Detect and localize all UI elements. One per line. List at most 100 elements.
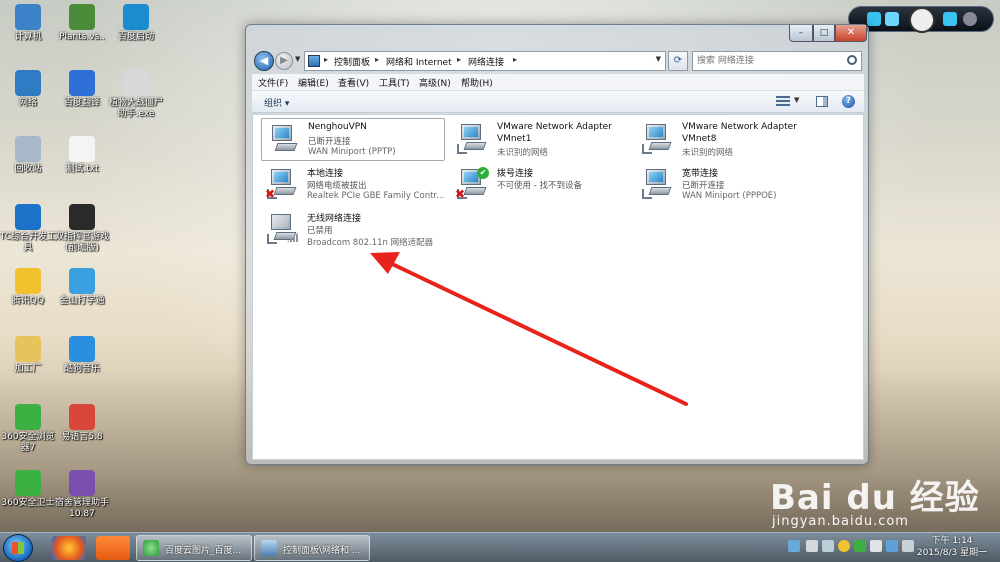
error-x-icon: ✖ — [265, 187, 276, 201]
desktop-app-icon — [123, 4, 149, 30]
breadcrumb-control-panel[interactable]: 控制面板 — [334, 55, 370, 68]
desktop-icon-label: 双指挥官游戏(前瞻版) — [54, 232, 109, 253]
desktop-icon[interactable]: Plants.vs.. — [51, 4, 113, 43]
widget-moon-icon[interactable] — [885, 12, 899, 26]
forward-arrow-icon: ▶ — [280, 55, 288, 66]
tray-360-icon[interactable] — [854, 540, 866, 552]
desktop-app-icon — [123, 70, 149, 96]
connection-name: 拨号连接 — [497, 169, 534, 179]
network-adapter-icon — [266, 123, 300, 155]
network-connection-item[interactable]: 宽带连接 已断开连接 WAN Miniport (PPPOE) — [636, 163, 820, 206]
tray-network-icon[interactable] — [788, 540, 800, 552]
desktop-icon[interactable]: 百度启动 — [105, 4, 167, 43]
menu-help[interactable]: 帮助(H) — [461, 76, 493, 89]
connection-device: Realtek PCIe GBE Family Contr... — [307, 191, 445, 201]
clock-time: 下午 1:14 — [931, 536, 973, 546]
desktop-icon[interactable]: 双指挥官游戏(前瞻版) — [51, 204, 113, 254]
browser-360-icon — [143, 540, 159, 556]
desktop-app-icon — [15, 404, 41, 430]
desktop-app-icon — [69, 404, 95, 430]
desktop-icon[interactable]: 百度翻译 — [51, 70, 113, 109]
connection-name: VMware Network Adapter VMnet8 — [682, 122, 797, 144]
widget-panda-icon[interactable] — [909, 7, 935, 33]
desktop-icon-label: 金山打字通 — [59, 296, 105, 306]
connection-status: 已断开连接 — [682, 181, 725, 191]
address-bar[interactable]: ▸ 控制面板 ▸ 网络和 Internet ▸ 网络连接 ▸ ▼ — [304, 51, 666, 71]
minimize-button[interactable]: – — [789, 25, 813, 42]
menu-edit[interactable]: 编辑(E) — [298, 76, 329, 89]
refresh-button[interactable]: ⟳ — [668, 51, 688, 71]
connection-status: 不可使用 - 找不到设备 — [497, 181, 582, 191]
menu-advanced[interactable]: 高级(N) — [419, 76, 451, 89]
desktop-icon[interactable]: 易语言5.8 — [51, 404, 113, 443]
breadcrumb-separator-icon[interactable]: ▸ — [375, 55, 379, 64]
tray-flag-icon[interactable] — [870, 540, 882, 552]
menu-file[interactable]: 文件(F) — [258, 76, 288, 89]
taskbar-clock[interactable]: 下午 1:14 2015/8/3 星期一 — [912, 535, 992, 559]
recent-pages-dropdown[interactable]: ▼ — [295, 55, 300, 63]
tray-monitor-icon[interactable] — [886, 540, 898, 552]
tray-qq-icon[interactable] — [838, 540, 850, 552]
organize-button[interactable]: 组织 ▾ — [264, 96, 289, 109]
desktop-icon[interactable]: 酷狗音乐 — [51, 336, 113, 375]
connection-device: WAN Miniport (PPPOE) — [682, 191, 777, 201]
breadcrumb-separator-icon[interactable]: ▸ — [324, 55, 328, 64]
connection-device: WAN Miniport (PPTP) — [308, 147, 396, 157]
system-widget[interactable] — [848, 6, 994, 33]
network-connection-item[interactable]: NenghouVPN 已断开连接 WAN Miniport (PPTP) — [261, 118, 445, 161]
desktop-icon-label: 宿舍管理助手10.87 — [54, 498, 109, 519]
task-baidu-yun[interactable]: 百度云图片_百度... — [136, 535, 252, 561]
sublime-pin-icon[interactable] — [96, 536, 130, 560]
firefox-pin-icon[interactable] — [52, 536, 86, 560]
network-connection-item[interactable]: 无线网络连接 已禁用 Broadcom 802.11n 网络适配器 — [261, 208, 445, 251]
network-adapter-icon: ✖ ✔ — [455, 167, 489, 201]
network-adapter-icon — [640, 167, 674, 199]
menu-view[interactable]: 查看(V) — [338, 76, 369, 89]
widget-mode-icon[interactable] — [867, 12, 881, 26]
maximize-button[interactable]: □ — [813, 25, 835, 42]
connection-name: NenghouVPN — [308, 122, 367, 132]
preview-pane-icon[interactable] — [816, 96, 828, 107]
widget-gear-icon[interactable] — [963, 12, 977, 26]
search-icon[interactable] — [847, 55, 857, 65]
change-view-icon[interactable] — [776, 96, 790, 107]
breadcrumb-network-connections[interactable]: 网络连接 — [468, 55, 504, 68]
network-connection-item[interactable]: VMware Network Adapter VMnet8 未识别的网络 — [636, 118, 820, 161]
menu-tools[interactable]: 工具(T) — [379, 76, 410, 89]
desktop-icon[interactable]: 植物大战僵尸助手.exe — [105, 70, 167, 120]
desktop-app-icon — [15, 336, 41, 362]
back-button[interactable]: ◀ — [254, 51, 274, 71]
tray-keyboard-icon[interactable] — [822, 540, 834, 552]
breadcrumb-network-internet[interactable]: 网络和 Internet — [386, 55, 452, 68]
desktop-icon[interactable]: 宿舍管理助手10.87 — [51, 470, 113, 520]
breadcrumb-separator-icon[interactable]: ▸ — [457, 55, 461, 64]
tray-expand-icon[interactable] — [806, 540, 818, 552]
network-connections-window: – □ ✕ ◀ ▶ ▼ ▸ 控制面板 ▸ 网络和 Internet ▸ 网络连接… — [245, 24, 869, 465]
desktop-icon[interactable]: 测试.txt — [51, 136, 113, 175]
network-connection-item[interactable]: VMware Network Adapter VMnet1 未识别的网络 — [451, 118, 635, 161]
address-dropdown-icon[interactable]: ▼ — [656, 55, 661, 63]
close-button[interactable]: ✕ — [835, 25, 867, 42]
view-dropdown-icon[interactable]: ▼ — [794, 96, 799, 104]
desktop-app-icon — [15, 70, 41, 96]
network-connection-item[interactable]: ✖ 本地连接 网络电缆被拔出 Realtek PCIe GBE Family Cont… — [261, 163, 445, 206]
task-label: 控制面板\网络和 ... — [283, 546, 361, 556]
default-check-icon: ✔ — [477, 167, 489, 179]
task-control-panel[interactable]: 控制面板\网络和 ... — [254, 535, 370, 561]
connections-list: NenghouVPN 已断开连接 WAN Miniport (PPTP) VMware… — [252, 114, 864, 460]
widget-keyboard-icon[interactable] — [943, 12, 957, 26]
taskbar: 百度云图片_百度... 控制面板\网络和 ... 下午 1:14 2015/8/… — [0, 532, 1000, 562]
desktop-app-icon — [69, 336, 95, 362]
search-input[interactable] — [693, 52, 843, 70]
desktop-icon-label: 百度启动 — [117, 32, 154, 42]
network-connection-item[interactable]: ✖ ✔ 拨号连接不可使用 - 找不到设备 — [451, 163, 635, 206]
maximize-icon: □ — [819, 28, 829, 38]
desktop-icon-label: 测试.txt — [65, 164, 99, 174]
connection-device: Broadcom 802.11n 网络适配器 — [307, 238, 434, 248]
breadcrumb-separator-icon[interactable]: ▸ — [513, 55, 517, 64]
desktop-icon[interactable]: 金山打字通 — [51, 268, 113, 307]
help-icon[interactable]: ? — [842, 95, 855, 108]
forward-button[interactable]: ▶ — [275, 52, 293, 70]
desktop-app-icon — [15, 268, 41, 294]
start-button[interactable] — [3, 534, 33, 562]
